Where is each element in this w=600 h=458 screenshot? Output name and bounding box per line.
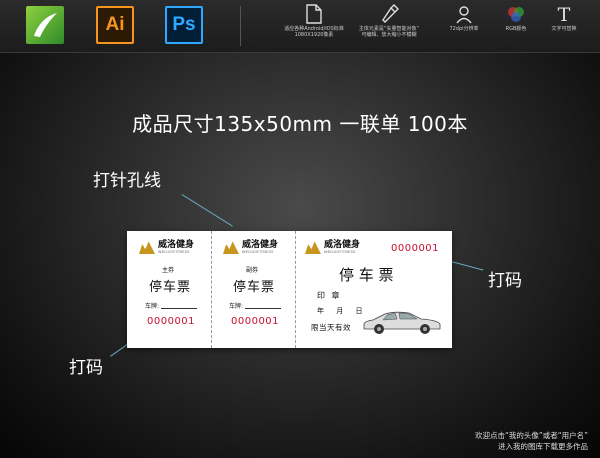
serial-number: 0000001: [231, 316, 280, 327]
brand-name-en: WEILUOFITNESS: [324, 250, 356, 254]
feature-text-replace: T 文字可替换: [532, 4, 596, 32]
feature-resolution-standard: 适应各种Android/IOS标准 1080X1920像素: [282, 4, 346, 38]
brand-name: 威洛健身: [324, 240, 361, 250]
seal-label: 印 章: [317, 291, 342, 300]
document-icon: [306, 4, 322, 24]
numbering-note-right: 打码: [488, 271, 522, 291]
ticket-stub-secondary: 威洛健身 WEILUOFITNESS 副券 停车票 车牌: 0000001: [211, 231, 295, 348]
feature-vector-object: 主体元素是“矢量智能对象” 可编辑、放大缩小不模糊: [357, 4, 421, 38]
car-icon: [363, 311, 441, 334]
brand-name: 威洛健身: [158, 240, 195, 250]
rgb-icon: [508, 7, 524, 22]
plate-underline: [245, 308, 281, 309]
brand-name-en: WEILUOFITNESS: [158, 250, 190, 254]
perforation-note: 打针孔线: [93, 171, 161, 191]
hint-line-2: 进入我的图库下载更多作品: [498, 442, 588, 451]
serial-number: 0000001: [147, 316, 196, 327]
plate-label: 车牌:: [229, 303, 244, 310]
serial-number: 0000001: [391, 243, 440, 254]
svg-text:T: T: [558, 4, 571, 24]
stub-title: 停车票: [233, 280, 276, 295]
stub-title: 停车票: [149, 280, 192, 295]
plate-underline: [161, 308, 197, 309]
feature-label: 文字可替换: [551, 26, 577, 32]
software-toolbar: Ai Ps 适应各种Android/IOS标准 1080X1920像素 主体元素…: [0, 0, 600, 53]
photoshop-icon: Ps: [165, 6, 203, 44]
crown-icon: [223, 241, 239, 254]
brand-name: 威洛健身: [242, 240, 279, 250]
pointer-line: [181, 194, 233, 227]
hint-line-1: 欢迎点击“我的头像”或者“用户名”: [474, 431, 588, 440]
toolbar-divider: [240, 6, 241, 46]
download-hint: 欢迎点击“我的头像”或者“用户名” 进入我的图库下载更多作品: [475, 430, 588, 452]
text-icon: T: [558, 4, 571, 24]
ticket-main: 威洛健身 WEILUOFITNESS 0000001 停 车 票 印 章 年 月 …: [295, 231, 452, 348]
ticket-stub-primary: 威洛健身 WEILUOFITNESS 主券 停车票 车牌: 0000001: [127, 231, 211, 348]
pen-icon: [382, 4, 399, 23]
stub-type: 主券: [162, 267, 175, 274]
brand-logo: 威洛健身 WEILUOFITNESS: [305, 240, 360, 254]
brand-name-en: WEILUOFITNESS: [242, 250, 274, 254]
crown-icon: [139, 241, 155, 254]
plate-label: 车牌:: [145, 303, 160, 310]
parking-ticket: 威洛健身 WEILUOFITNESS 主券 停车票 车牌: 0000001 威洛健…: [127, 231, 452, 348]
date-label: 年 月 日: [317, 307, 368, 315]
coreldraw-icon: [26, 6, 64, 44]
ticket-title: 停 车 票: [339, 266, 394, 284]
resolution-icon: [456, 6, 472, 24]
size-headline: 成品尺寸135x50mm 一联单 100本: [132, 112, 468, 136]
brand-logo: 威洛健身 WEILUOFITNESS: [223, 240, 278, 254]
validity-label: 限当天有效: [311, 323, 351, 332]
feature-label: 主体元素是“矢量智能对象” 可编辑、放大缩小不模糊: [358, 26, 420, 38]
numbering-note-left: 打码: [69, 358, 103, 378]
brand-logo: 威洛健身 WEILUOFITNESS: [139, 240, 194, 254]
crown-icon: [305, 241, 321, 254]
stub-type: 副券: [246, 267, 259, 274]
illustrator-icon: Ai: [96, 6, 134, 44]
feature-label: 适应各种Android/IOS标准 1080X1920像素: [284, 26, 344, 38]
